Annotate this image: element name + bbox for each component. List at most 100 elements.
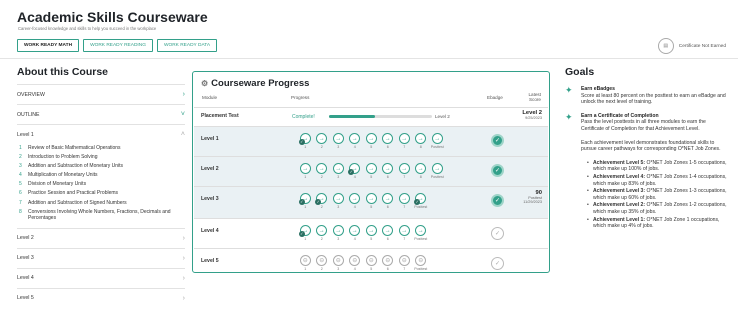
step[interactable]: ⊖ 3 <box>330 255 347 271</box>
list-item[interactable]: 6 Practice Session and Practical Problems <box>17 190 185 196</box>
arrow-right-icon[interactable]: → <box>415 133 427 144</box>
tab-work-ready-reading[interactable]: WORK READY READING <box>83 39 153 52</box>
arrow-right-icon[interactable]: → ✓ <box>298 133 311 145</box>
arrow-right-icon[interactable]: → ✓ <box>298 193 311 205</box>
tab-work-ready-data[interactable]: WORK READY DATA <box>156 39 218 52</box>
lock-icon[interactable]: ⊖ <box>365 255 377 266</box>
arrow-right-icon[interactable]: → <box>398 133 410 144</box>
step[interactable]: ⊖ 7 <box>396 255 413 271</box>
lock-icon[interactable]: ⊖ <box>382 255 394 266</box>
step[interactable]: → 4 <box>347 225 364 241</box>
level-1-accordion[interactable]: Level 1 ˄ <box>17 124 185 144</box>
step[interactable]: ⊖ 1 <box>297 255 314 271</box>
outline-accordion[interactable]: OUTLINE ˅ <box>17 104 185 124</box>
step[interactable]: → ✓ 1 <box>297 225 314 241</box>
step[interactable]: → 5 <box>363 133 380 149</box>
step[interactable]: → 7 <box>396 163 413 179</box>
arrow-right-icon[interactable]: → <box>332 225 344 236</box>
lock-icon[interactable]: ⊖ <box>398 255 410 266</box>
step[interactable]: → Posttest <box>413 225 430 241</box>
step[interactable]: ⊖ 2 <box>314 255 331 271</box>
step[interactable]: → 8 <box>413 163 430 179</box>
arrow-right-icon[interactable]: → <box>398 163 410 174</box>
level-accordion[interactable]: Level 2 › <box>17 227 185 248</box>
step[interactable]: ⊖ 6 <box>380 255 397 271</box>
level-accordion[interactable]: Level 4 › <box>17 267 185 288</box>
step[interactable]: → 2 <box>314 225 331 241</box>
step[interactable]: → ✓ 4 <box>347 163 364 179</box>
arrow-right-icon[interactable]: → <box>316 163 328 174</box>
step[interactable]: → 7 <box>396 225 413 241</box>
list-item[interactable]: 5 Division of Monetary Units <box>17 181 185 187</box>
lock-icon[interactable]: ⊖ <box>349 255 361 266</box>
arrow-right-icon[interactable]: → <box>349 133 361 144</box>
step[interactable]: → 6 <box>380 193 397 209</box>
arrow-right-icon[interactable]: → <box>382 225 394 236</box>
arrow-right-icon[interactable]: → <box>415 163 427 174</box>
step[interactable]: → 7 <box>396 193 413 209</box>
arrow-right-icon[interactable]: → ✓ <box>298 225 311 237</box>
arrow-right-icon[interactable]: → <box>431 163 443 174</box>
list-item[interactable]: 4 Multiplication of Monetary Units <box>17 172 185 178</box>
step[interactable]: ⊖ 4 <box>347 255 364 271</box>
arrow-right-icon[interactable]: → <box>382 193 394 204</box>
arrow-right-icon[interactable]: → <box>332 133 344 144</box>
step[interactable]: → 7 <box>396 133 413 149</box>
step[interactable]: → Posttest <box>429 133 446 149</box>
arrow-right-icon[interactable]: → <box>365 225 377 236</box>
tab-work-ready-math[interactable]: WORK READY MATH <box>17 39 80 52</box>
arrow-right-icon[interactable]: → ✓ <box>315 193 328 205</box>
step[interactable]: → 1 <box>297 163 314 179</box>
lock-icon[interactable]: ⊖ <box>299 255 311 266</box>
step[interactable]: → 8 <box>413 133 430 149</box>
arrow-right-icon[interactable]: → <box>349 193 361 204</box>
step[interactable]: ⊖ Posttest <box>413 255 430 271</box>
arrow-right-icon[interactable]: → <box>365 133 377 144</box>
list-item[interactable]: 3 Addition and Subtraction of Monetary Un… <box>17 163 185 169</box>
arrow-right-icon[interactable]: → <box>316 133 328 144</box>
arrow-right-icon[interactable]: → <box>431 133 443 144</box>
step[interactable]: → 5 <box>363 163 380 179</box>
step[interactable]: → 2 <box>314 163 331 179</box>
list-item[interactable]: 8 Conversions Involving Whole Numbers, Fr… <box>17 209 185 221</box>
level-accordion[interactable]: Level 5 › <box>17 287 185 308</box>
step[interactable]: → 6 <box>380 163 397 179</box>
step[interactable]: → Posttest <box>429 163 446 179</box>
arrow-right-icon[interactable]: → <box>316 225 328 236</box>
arrow-right-icon[interactable]: → ✓ <box>348 163 361 175</box>
step[interactable]: ⊖ 5 <box>363 255 380 271</box>
lock-icon[interactable]: ⊖ <box>316 255 328 266</box>
arrow-right-icon[interactable]: → <box>365 163 377 174</box>
arrow-right-icon[interactable]: → <box>299 163 311 174</box>
list-item[interactable]: 2 Introduction to Problem Solving <box>17 154 185 160</box>
step[interactable]: → ✓ 2 <box>314 193 331 209</box>
list-item[interactable]: 7 Addition and Subtraction of Signed Numb… <box>17 200 185 206</box>
arrow-right-icon[interactable]: → <box>382 133 394 144</box>
step[interactable]: → 3 <box>330 163 347 179</box>
step[interactable]: → 6 <box>380 133 397 149</box>
step[interactable]: → ✓ 1 <box>297 133 314 149</box>
step[interactable]: → 3 <box>330 133 347 149</box>
arrow-right-icon[interactable]: → <box>332 163 344 174</box>
step[interactable]: → 5 <box>363 225 380 241</box>
step[interactable]: → ✓ Posttest <box>413 193 430 209</box>
arrow-right-icon[interactable]: → <box>332 193 344 204</box>
step[interactable]: → 4 <box>347 133 364 149</box>
arrow-right-icon[interactable]: → <box>382 163 394 174</box>
overview-accordion[interactable]: OVERVIEW › <box>17 84 185 104</box>
arrow-right-icon[interactable]: → <box>365 193 377 204</box>
level-accordion[interactable]: Level 3 › <box>17 247 185 268</box>
lock-icon[interactable]: ⊖ <box>332 255 344 266</box>
arrow-right-icon[interactable]: → ✓ <box>414 193 427 205</box>
step[interactable]: → 3 <box>330 193 347 209</box>
lock-icon[interactable]: ⊖ <box>415 255 427 266</box>
list-item[interactable]: 1 Review of Basic Mathematical Operations <box>17 145 185 151</box>
step[interactable]: → 4 <box>347 193 364 209</box>
arrow-right-icon[interactable]: → <box>415 225 427 236</box>
arrow-right-icon[interactable]: → <box>349 225 361 236</box>
step[interactable]: → 6 <box>380 225 397 241</box>
step[interactable]: → 5 <box>363 193 380 209</box>
step[interactable]: → 3 <box>330 225 347 241</box>
step[interactable]: → 2 <box>314 133 331 149</box>
step[interactable]: → ✓ 1 <box>297 193 314 209</box>
